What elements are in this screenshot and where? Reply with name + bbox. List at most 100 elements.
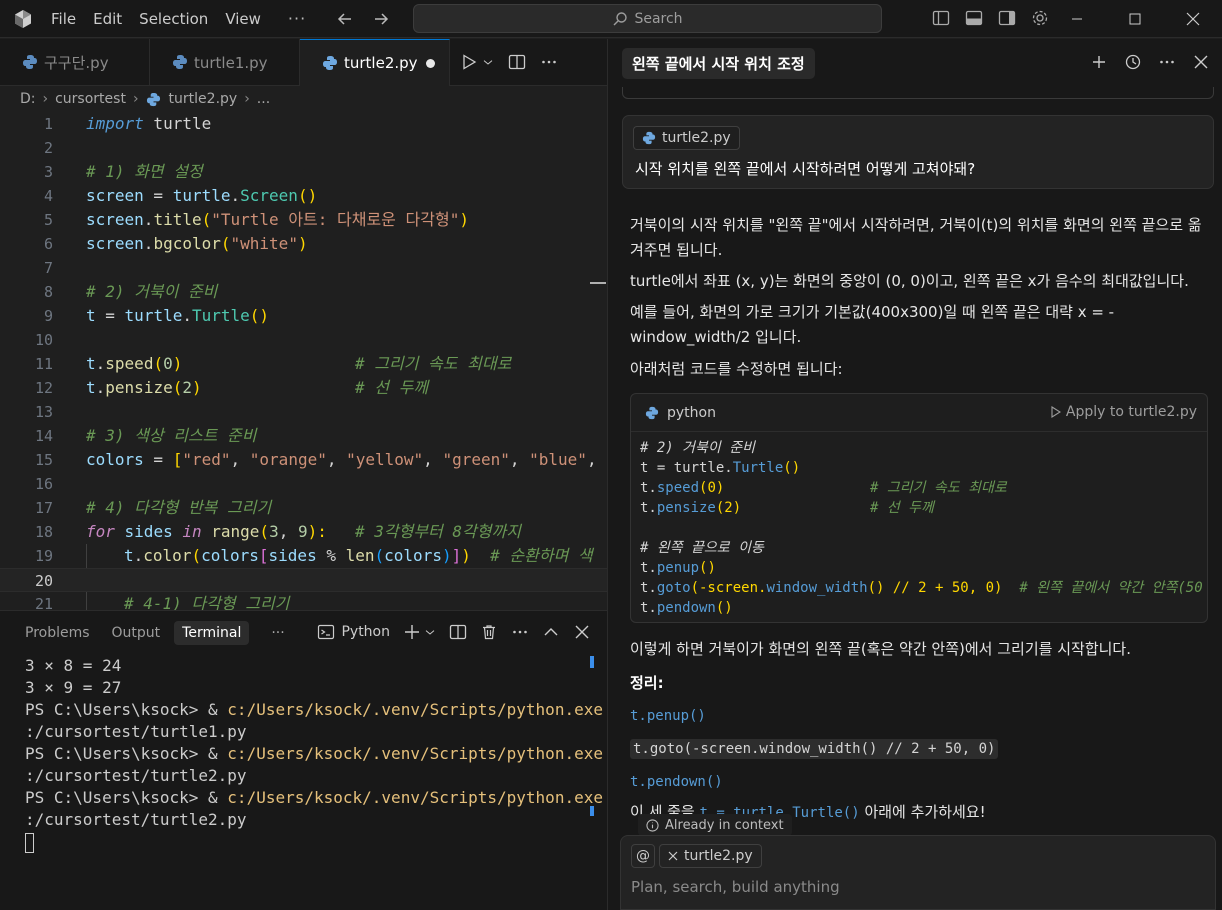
- tab-turtle2[interactable]: turtle2.py: [300, 39, 450, 86]
- context-tooltip: Already in context: [638, 814, 792, 836]
- terminal-cursor-line[interactable]: [25, 831, 590, 853]
- code-line[interactable]: 13: [0, 400, 607, 424]
- line-number: 19: [34, 547, 53, 565]
- mention-button[interactable]: @: [631, 844, 655, 868]
- menu-more[interactable]: ···: [288, 9, 306, 28]
- more-actions-icon[interactable]: [511, 623, 529, 641]
- code-line[interactable]: 18 for sides in range(3, 9): # 3각형부터 8각형까지: [0, 520, 607, 544]
- remove-x-icon[interactable]: [668, 851, 678, 861]
- code-line[interactable]: 14 # 3) 색상 리스트 준비: [0, 424, 607, 448]
- chat-input-placeholder[interactable]: Plan, search, build anything: [631, 878, 840, 896]
- toggle-primary-sidebar-icon[interactable]: [932, 9, 950, 27]
- editor-scrollbar-marker[interactable]: [590, 282, 606, 284]
- context-file-chip[interactable]: turtle2.py: [633, 126, 740, 150]
- code-line[interactable]: 9 t = turtle.Turtle(): [0, 304, 607, 328]
- minimize-button[interactable]: [1048, 0, 1106, 38]
- code-line-current[interactable]: 20: [0, 568, 607, 592]
- history-icon[interactable]: [1124, 53, 1142, 71]
- code-line[interactable]: 15 colors = ["red", "orange", "yellow", "…: [0, 448, 607, 472]
- breadcrumb-folder[interactable]: cursortest: [55, 91, 126, 107]
- toggle-panel-icon[interactable]: [965, 9, 983, 27]
- code-line[interactable]: 1 import turtle: [0, 112, 607, 136]
- code-line[interactable]: 21 # 4-1) 다각형 그리기: [0, 592, 607, 610]
- code-line[interactable]: 19 t.color(colors[sides % len(colors)]) #…: [0, 544, 607, 568]
- tab-gugudan[interactable]: 구구단.py: [0, 39, 150, 86]
- tab-terminal[interactable]: Terminal: [174, 621, 250, 645]
- breadcrumb-drive[interactable]: D:: [20, 91, 36, 107]
- terminal-line: :/cursortest/turtle2.py: [25, 766, 247, 785]
- terminal-exe-path[interactable]: c:/Users/ksock/.venv/Scripts/python.exe: [227, 788, 603, 807]
- code-token: speed: [656, 480, 700, 496]
- code-line[interactable]: 17 # 4) 다각형 반복 그리기: [0, 496, 607, 520]
- code-line[interactable]: 10: [0, 328, 607, 352]
- code-comment: # 3) 색상 리스트 준비: [86, 426, 257, 445]
- menu-selection[interactable]: Selection: [139, 10, 208, 28]
- back-arrow-icon[interactable]: [336, 10, 354, 28]
- python-file-icon: [645, 406, 659, 419]
- chevron-down-icon[interactable]: [424, 623, 436, 641]
- menu-view[interactable]: View: [225, 10, 261, 28]
- tab-turtle1[interactable]: turtle1.py: [150, 39, 300, 86]
- panel-more[interactable]: ···: [271, 625, 284, 641]
- chevron-down-icon[interactable]: [482, 53, 494, 71]
- terminal-exe-path[interactable]: c:/Users/ksock/.venv/Scripts/python.exe: [227, 744, 603, 763]
- line-number: 21: [34, 595, 53, 610]
- user-message[interactable]: turtle2.py 시작 위치를 왼쪽 끝에서 시작하려면 어떻게 고쳐야돼?: [622, 115, 1214, 189]
- code-token: (2): [715, 500, 742, 516]
- line-number: 9: [43, 307, 53, 325]
- breadcrumb-file[interactable]: turtle2.py: [169, 91, 238, 107]
- chat-composer[interactable]: @ turtle2.py Plan, search, build anythin…: [620, 835, 1216, 910]
- code-token: 9: [297, 522, 308, 541]
- chat-title[interactable]: 왼쪽 끝에서 시작 위치 조정: [622, 47, 815, 79]
- minimize-icon: [1072, 18, 1082, 20]
- terminal-profile[interactable]: Python: [317, 623, 390, 641]
- code-token: speed: [105, 354, 154, 373]
- close-icon[interactable]: [1192, 53, 1210, 71]
- new-chat-plus-icon[interactable]: [1090, 53, 1108, 71]
- code-line[interactable]: 12 t.pensize(2) # 선 두께: [0, 376, 607, 400]
- code-line[interactable]: 2: [0, 136, 607, 160]
- terminal-exe-path[interactable]: c:/Users/ksock/.venv/Scripts/python.exe: [227, 700, 603, 719]
- code-editor[interactable]: 1 import turtle 2 3 # 1) 화면 설정 4 screen = t…: [0, 112, 607, 610]
- code-line[interactable]: 5 screen.title("Turtle 아트: 다채로운 다각형"): [0, 208, 607, 232]
- code-token: (: [172, 378, 183, 397]
- reply-paragraph: 거북이의 시작 위치를 "왼쪽 끝"에서 시작하려면, 거북이(t)의 위치를 …: [630, 216, 1202, 259]
- apply-button[interactable]: Apply to turtle2.py: [1051, 404, 1197, 420]
- toggle-secondary-sidebar-icon[interactable]: [998, 9, 1016, 27]
- breadcrumb-more[interactable]: ...: [257, 91, 270, 107]
- code-block-body[interactable]: # 2) 거북이 준비 t = turtle.Turtle() t.speed(…: [640, 438, 1205, 618]
- tab-problems[interactable]: Problems: [25, 625, 90, 641]
- trash-icon[interactable]: [480, 623, 498, 641]
- menu-edit[interactable]: Edit: [93, 10, 122, 28]
- command-center-search[interactable]: Search: [413, 4, 882, 33]
- code-line[interactable]: 6 screen.bgcolor("white"): [0, 232, 607, 256]
- chevron-up-icon[interactable]: [542, 623, 560, 641]
- code-line[interactable]: 16: [0, 472, 607, 496]
- more-actions-icon[interactable]: [540, 53, 558, 71]
- run-play-icon[interactable]: [460, 53, 478, 71]
- more-actions-icon[interactable]: [1158, 53, 1176, 71]
- reply-text: 아래에 추가하세요!: [859, 803, 986, 821]
- menu-file[interactable]: File: [51, 10, 76, 28]
- terminal-profile-label: Python: [341, 624, 390, 640]
- split-editor-icon[interactable]: [508, 53, 526, 71]
- terminal-output[interactable]: 3 × 8 = 24 3 × 9 = 27 PS C:\Users\ksock>…: [25, 655, 622, 853]
- split-terminal-icon[interactable]: [449, 623, 467, 641]
- code-line[interactable]: 7: [0, 256, 607, 280]
- code-line[interactable]: 4 screen = turtle.Screen(): [0, 184, 607, 208]
- code-line[interactable]: 3 # 1) 화면 설정: [0, 160, 607, 184]
- code-line[interactable]: 11 t.speed(0) # 그리기 속도 최대로: [0, 352, 607, 376]
- reply-paragraph: 이렇게 하면 거북이가 화면의 왼쪽 끝(혹은 약간 안쪽)에서 그리기를 시작…: [630, 640, 1131, 658]
- close-window-button[interactable]: [1164, 0, 1222, 38]
- unsaved-dot-icon[interactable]: [426, 59, 435, 68]
- code-token: pensize: [656, 500, 716, 516]
- code-token: =: [143, 186, 173, 205]
- code-line[interactable]: 8 # 2) 거북이 준비: [0, 280, 607, 304]
- close-icon[interactable]: [573, 623, 591, 641]
- tab-output[interactable]: Output: [112, 625, 161, 641]
- new-terminal-plus-icon[interactable]: [403, 623, 421, 641]
- forward-arrow-icon[interactable]: [372, 10, 390, 28]
- context-file-chip[interactable]: turtle2.py: [659, 844, 762, 868]
- maximize-button[interactable]: [1106, 0, 1164, 38]
- settings-gear-icon[interactable]: [1031, 9, 1049, 27]
